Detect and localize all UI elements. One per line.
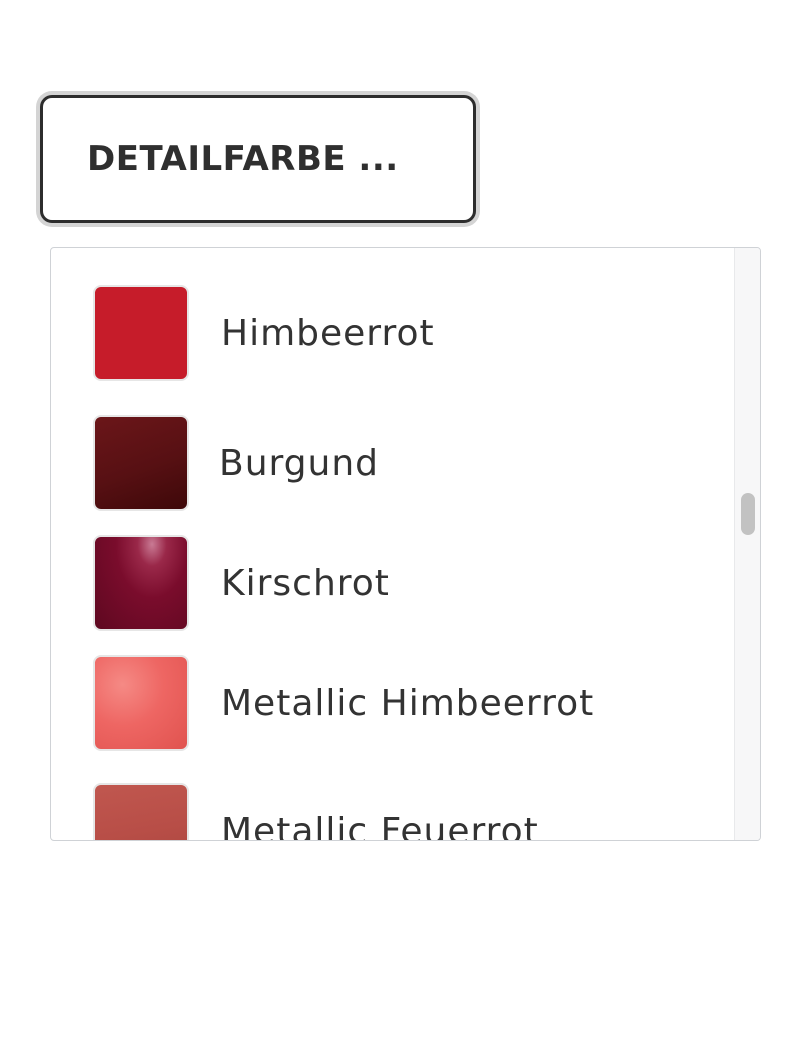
option-label: Burgund <box>219 442 380 484</box>
color-selector-page: DETAILFARBE ... Himbeerrot Burgund Kirsc… <box>0 0 800 1040</box>
color-swatch-icon <box>93 415 189 511</box>
scrollbar-thumb[interactable] <box>741 493 755 535</box>
color-swatch-icon <box>93 535 189 631</box>
option-himbeerrot[interactable]: Himbeerrot <box>51 278 735 388</box>
option-label: Kirschrot <box>221 562 390 604</box>
detail-color-select-button[interactable]: DETAILFARBE ... <box>40 95 476 223</box>
option-label: Metallic Himbeerrot <box>221 682 595 724</box>
color-options-list: Himbeerrot Burgund Kirschrot Metallic Hi… <box>51 248 735 840</box>
color-swatch-icon <box>93 285 189 381</box>
option-burgund[interactable]: Burgund <box>51 408 735 518</box>
option-kirschrot[interactable]: Kirschrot <box>51 528 735 638</box>
option-metallic-himbeerrot[interactable]: Metallic Himbeerrot <box>51 648 735 758</box>
option-label: Metallic Feuerrot <box>221 810 539 841</box>
option-metallic-feuerrot[interactable]: Metallic Feuerrot <box>51 776 735 840</box>
select-button-label: DETAILFARBE ... <box>87 139 399 179</box>
color-swatch-icon <box>93 783 189 840</box>
option-label: Himbeerrot <box>221 312 435 354</box>
color-options-dropdown[interactable]: Himbeerrot Burgund Kirschrot Metallic Hi… <box>50 247 761 841</box>
color-swatch-icon <box>93 655 189 751</box>
dropdown-scrollbar[interactable] <box>734 248 760 840</box>
